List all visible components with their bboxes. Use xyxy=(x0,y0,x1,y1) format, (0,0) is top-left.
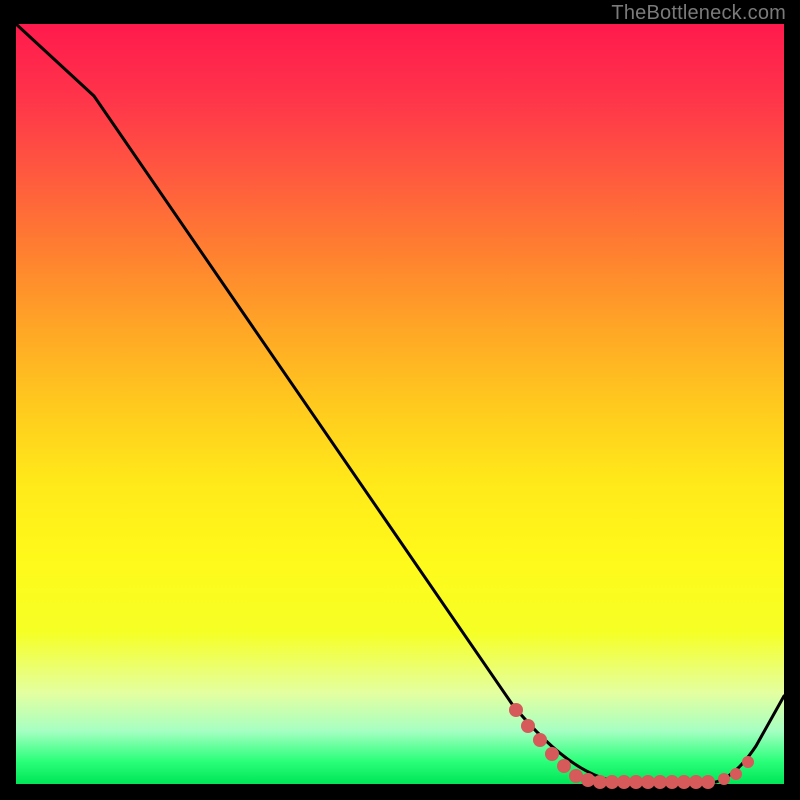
watermark-text: TheBottleneck.com xyxy=(611,2,786,25)
highlight-dots xyxy=(509,703,754,789)
bottleneck-curve xyxy=(16,24,784,782)
chart-container: TheBottleneck.com xyxy=(0,0,800,800)
curve-layer xyxy=(16,24,784,784)
plot-area xyxy=(16,24,784,784)
